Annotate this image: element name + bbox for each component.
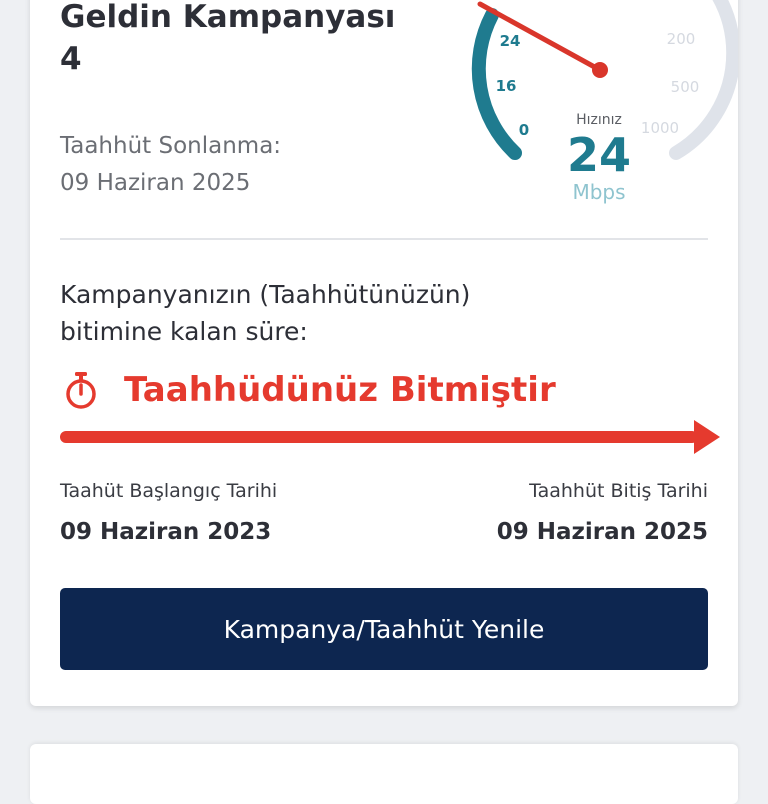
renew-campaign-button[interactable]: Kampanya/Taahhüt Yenile xyxy=(60,588,708,670)
speed-value: 24 xyxy=(567,128,631,182)
tick-label-24: 24 xyxy=(500,32,521,50)
start-date-label: Taahüt Başlangıç Tarihi xyxy=(60,480,278,502)
end-date-block: Taahhüt Bitiş Tarihi 09 Haziran 2025 xyxy=(497,478,708,548)
remaining-time-label: Kampanyanızın (Taahhütünüzün) bitimine k… xyxy=(60,280,471,346)
tick-label-0: 0 xyxy=(519,121,529,139)
campaign-title: Geldin Kampanyası 4 xyxy=(60,0,396,77)
tick-label-1000: 1000 xyxy=(641,119,679,137)
stopwatch-icon xyxy=(66,372,96,409)
speed-unit: Mbps xyxy=(572,180,625,204)
tick-label-200: 200 xyxy=(667,30,696,48)
gauge-inactive-arc xyxy=(669,0,738,160)
commitment-ended-status: Taahhüdünüz Bitmiştir xyxy=(124,370,556,410)
commitment-end-label: Taahhüt Sonlanma: xyxy=(60,133,282,159)
progress-arrow xyxy=(60,420,720,454)
speed-gauge: 24 16 0 200 500 1000 Hızınız 24 Mbps xyxy=(471,0,738,204)
gauge-needle xyxy=(477,1,603,73)
speed-label: Hızınız xyxy=(576,112,622,128)
end-date-label: Taahhüt Bitiş Tarihi xyxy=(529,480,708,502)
section-divider xyxy=(60,238,708,240)
tick-label-16: 16 xyxy=(496,77,517,95)
campaign-card: Geldin Kampanyası 4 Taahhüt Sonlanma: 09… xyxy=(30,0,738,706)
tick-label-500: 500 xyxy=(671,78,700,96)
commitment-end-date: 09 Haziran 2025 xyxy=(60,170,251,196)
start-date-block: Taahüt Başlangıç Tarihi 09 Haziran 2023 xyxy=(60,478,277,548)
next-card xyxy=(30,744,738,804)
gauge-needle-hub xyxy=(592,62,608,78)
end-date-value: 09 Haziran 2025 xyxy=(496,519,708,545)
start-date-value: 09 Haziran 2023 xyxy=(60,519,272,545)
